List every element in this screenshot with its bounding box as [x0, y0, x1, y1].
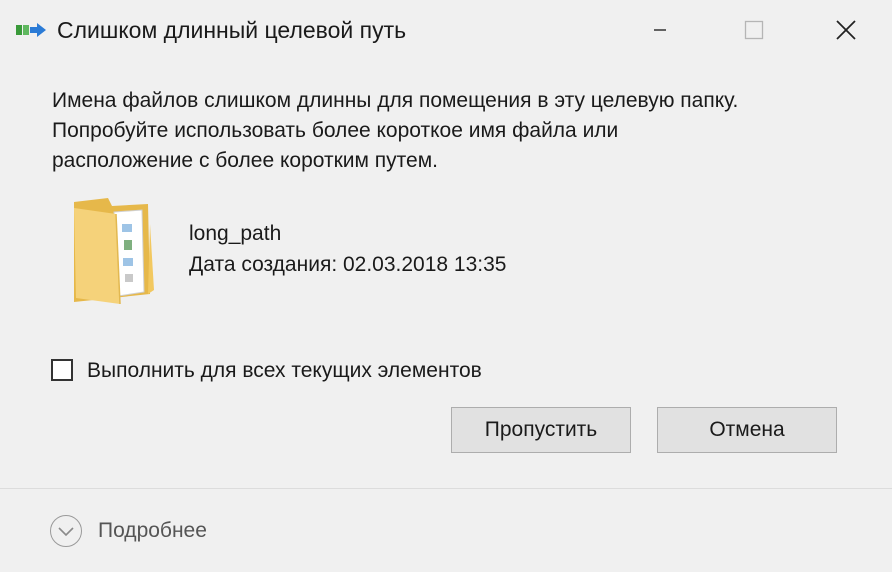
maximize-icon [744, 20, 764, 40]
error-message: Имена файлов слишком длинны для помещени… [52, 86, 872, 176]
cancel-button[interactable]: Отмена [657, 407, 837, 453]
apply-all-label[interactable]: Выполнить для всех текущих элементов [87, 356, 482, 386]
window-title: Слишком длинный целевой путь [57, 17, 407, 43]
close-button[interactable] [824, 8, 868, 52]
message-line: расположение с более коротким путем. [52, 149, 438, 172]
minimize-button[interactable] [638, 8, 682, 52]
dialog-window: Слишком длинный целевой путь Имена файло… [0, 0, 892, 572]
chevron-down-icon[interactable] [50, 515, 82, 547]
file-move-icon [16, 22, 46, 38]
message-line: Попробуйте использовать более короткое и… [52, 119, 619, 142]
folder-icon [68, 194, 158, 306]
minimize-icon [654, 29, 666, 31]
skip-button[interactable]: Пропустить [451, 407, 631, 453]
more-details-label[interactable]: Подробнее [98, 516, 207, 546]
close-icon [836, 20, 856, 40]
title-bar[interactable]: Слишком длинный целевой путь [0, 0, 892, 60]
more-details-toggle[interactable]: Подробнее [50, 514, 207, 548]
item-date: Дата создания: 02.03.2018 13:35 [189, 253, 507, 276]
message-line: Имена файлов слишком длинны для помещени… [52, 89, 739, 112]
apply-all-checkbox[interactable] [51, 359, 73, 381]
item-name: long_path [189, 222, 282, 245]
maximize-button [732, 8, 776, 52]
